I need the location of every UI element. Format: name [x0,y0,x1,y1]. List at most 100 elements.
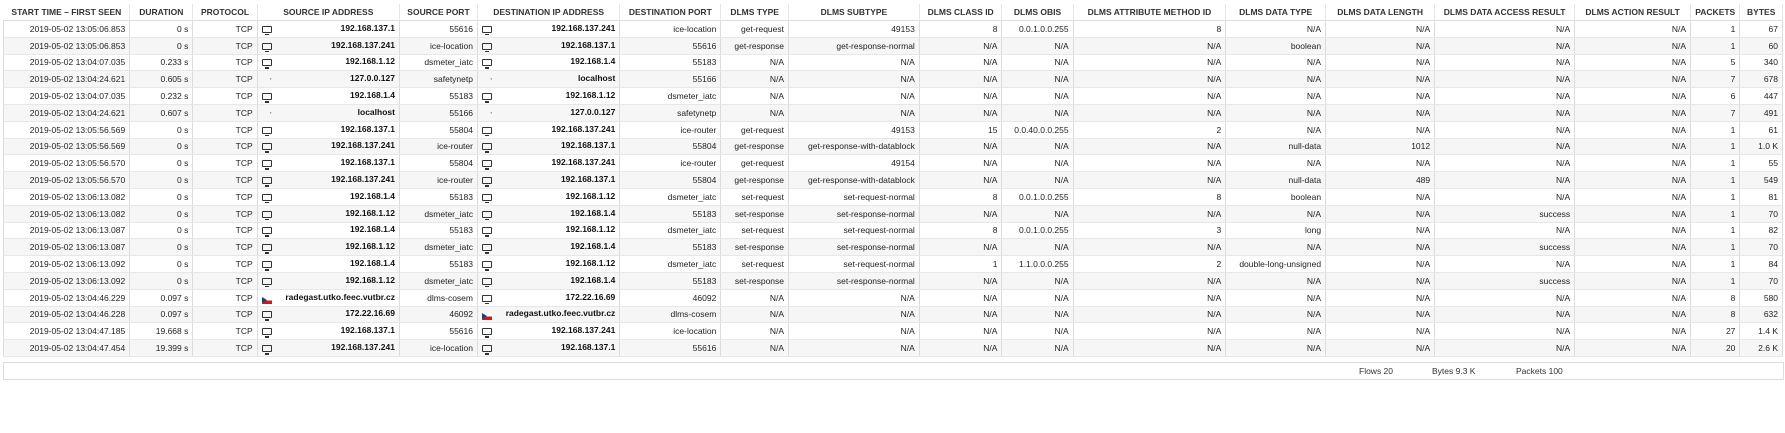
ip-address-text[interactable]: 192.168.137.1 [341,157,395,167]
table-row[interactable]: 2019-05-02 13:04:07.035 0.232 s TCP 192.168… [2,87,1783,105]
table-row[interactable]: 2019-05-02 13:04:46.228 0.097 s TCP 172.22.… [2,306,1783,324]
cell-data-type: N/A [1225,289,1327,307]
cell-src-port: ice-location [399,37,478,55]
cell-attr: 3 [1073,222,1227,240]
ip-address-text[interactable]: 192.168.137.241 [331,40,395,50]
ip-address-text[interactable]: 192.168.137.241 [551,157,615,167]
table-row[interactable]: 2019-05-02 13:04:47.185 19.668 s TCP 192.16… [2,322,1783,341]
table-row[interactable]: 2019-05-02 13:05:56.569 0 s TCP 192.168.137… [2,138,1783,156]
table-row[interactable]: 2019-05-02 13:04:47.454 19.399 s TCP 192.16… [2,339,1783,357]
ip-address-text[interactable]: 192.168.1.12 [566,258,616,268]
table-row[interactable]: 2019-05-02 13:06:13.082 0 s TCP 192.168.1.4… [2,188,1783,206]
table-row[interactable]: 2019-05-02 13:04:46.229 0.097 s TCP radegas… [2,289,1783,307]
ip-address-text[interactable]: 192.168.137.1 [341,325,395,335]
column-header-protocol[interactable]: PROTOCOL [192,4,258,21]
cell-action-result: N/A [1574,171,1692,189]
cell-start: 2019-05-02 13:04:24.621 [2,104,131,122]
ip-address-text[interactable]: 192.168.137.1 [561,342,615,352]
ip-address-text[interactable]: 192.168.1.12 [345,56,395,66]
ip-address-text[interactable]: 192.168.1.4 [350,258,395,268]
table-row[interactable]: 2019-05-02 13:05:56.570 0 s TCP 192.168.137… [2,154,1783,173]
table-row[interactable]: 2019-05-02 13:06:13.087 0 s TCP 192.168.1.1… [2,238,1783,257]
cell-dst-ip: 192.168.1.12 [477,87,621,105]
cell-packets: 7 [1690,104,1741,122]
column-header-bytes[interactable]: BYTES [1739,4,1783,21]
computer-icon [481,345,492,355]
cell-dst-ip: 192.168.137.241 [477,154,621,173]
column-header-dlms-subtype[interactable]: DLMS SUBTYPE [788,4,920,21]
ip-address-text[interactable]: localhost [358,107,395,117]
cell-dlms-type: get-request [720,121,789,139]
table-row[interactable]: 2019-05-02 13:05:56.570 0 s TCP 192.168.137… [2,171,1783,189]
computer-icon [261,177,272,187]
ip-address-text[interactable]: 172.22.16.69 [345,308,395,318]
table-row[interactable]: 2019-05-02 13:04:07.035 0.233 s TCP 192.168… [2,54,1783,72]
ip-address-text[interactable]: 192.168.137.241 [331,140,395,150]
table-row[interactable]: 2019-05-02 13:04:24.621 0.605 s TCP ’ 127.0.… [2,70,1783,89]
column-header-data-type[interactable]: DLMS DATA TYPE [1225,4,1327,21]
ip-address-text[interactable]: 192.168.137.1 [341,23,395,33]
column-header-obis[interactable]: DLMS OBIS [1001,4,1074,21]
cell-dst-port: dlms-cosem [619,306,722,324]
table-row[interactable]: 2019-05-02 13:06:13.092 0 s TCP 192.168.1.4… [2,255,1783,273]
column-header-dlms-type[interactable]: DLMS TYPE [720,4,789,21]
ip-address-text[interactable]: 127.0.0.127 [350,73,395,83]
column-header-src-port[interactable]: SOURCE PORT [399,4,478,21]
cell-class-id: N/A [919,70,1003,89]
table-row[interactable]: 2019-05-02 13:05:06.853 0 s TCP 192.168.137… [2,37,1783,55]
cell-data-type: N/A [1225,154,1327,173]
column-header-dst-ip[interactable]: DESTINATION IP ADDRESS [477,4,621,21]
ip-address-text[interactable]: 192.168.1.4 [570,241,615,251]
ip-address-text[interactable]: 127.0.0.127 [570,107,615,117]
ip-address-text[interactable]: 192.168.137.1 [561,40,615,50]
column-header-duration[interactable]: DURATION [129,4,194,21]
column-header-access-result[interactable]: DLMS DATA ACCESS RESULT [1434,4,1576,21]
ip-address-text[interactable]: 192.168.137.1 [561,174,615,184]
column-header-packets[interactable]: PACKETS [1690,4,1741,21]
ip-address-text[interactable]: 192.168.1.4 [570,275,615,285]
ip-address-text[interactable]: 192.168.137.241 [331,342,395,352]
cell-obis: N/A [1001,87,1074,105]
ip-address-text[interactable]: localhost [578,73,615,83]
table-row[interactable]: 2019-05-02 13:04:24.621 0.607 s TCP ’ localh… [2,104,1783,122]
ip-address-text[interactable]: 192.168.137.241 [551,23,615,33]
column-header-start[interactable]: START TIME – FIRST SEEN [3,4,131,21]
ip-address-text[interactable]: 192.168.137.1 [341,124,395,134]
cell-action-result: N/A [1574,205,1692,223]
ip-address-text[interactable]: 192.168.1.12 [345,275,395,285]
ip-address-text[interactable]: 192.168.1.12 [566,90,616,100]
column-header-action-result[interactable]: DLMS ACTION RESULT [1574,4,1692,21]
cell-dst-ip: 192.168.137.1 [477,339,621,357]
table-row[interactable]: 2019-05-02 13:06:13.087 0 s TCP 192.168.1.4… [2,222,1783,240]
ip-address-text[interactable]: 192.168.1.12 [345,241,395,251]
column-header-class-id[interactable]: DLMS CLASS ID [919,4,1003,21]
ip-address-text[interactable]: radegast.utko.feec.vutbr.cz [506,308,616,318]
ip-address-text[interactable]: 192.168.1.4 [350,90,395,100]
column-header-src-ip[interactable]: SOURCE IP ADDRESS [257,4,400,21]
table-row[interactable]: 2019-05-02 13:05:06.853 0 s TCP 192.168.137… [2,20,1783,38]
ip-address-text[interactable]: 192.168.137.241 [551,124,615,134]
column-header-attr[interactable]: DLMS ATTRIBUTE METHOD ID [1073,4,1227,21]
ip-address-text[interactable]: 172.22.16.69 [566,292,616,302]
column-header-dst-port[interactable]: DESTINATION PORT [619,4,722,21]
ip-address-text[interactable]: 192.168.1.4 [350,224,395,234]
cell-action-result: N/A [1574,306,1692,324]
ip-address-text[interactable]: 192.168.1.12 [345,208,395,218]
cell-src-ip: 192.168.1.4 [257,222,400,240]
ip-address-text[interactable]: 192.168.1.4 [570,208,615,218]
ip-address-text[interactable]: 192.168.137.1 [561,140,615,150]
table-row[interactable]: 2019-05-02 13:05:56.569 0 s TCP 192.168.137… [2,121,1783,139]
ip-address-text[interactable]: 192.168.1.12 [566,191,616,201]
cell-bytes: 340 [1739,54,1783,72]
cell-dlms-type: set-response [720,238,789,257]
ip-address-text[interactable]: radegast.utko.feec.vutbr.cz [285,292,395,302]
column-header-data-length[interactable]: DLMS DATA LENGTH [1325,4,1436,21]
ip-address-text[interactable]: 192.168.137.241 [551,325,615,335]
cell-dst-ip: 192.168.1.12 [477,222,621,240]
ip-address-text[interactable]: 192.168.1.12 [566,224,616,234]
ip-address-text[interactable]: 192.168.1.4 [570,56,615,66]
ip-address-text[interactable]: 192.168.137.241 [331,174,395,184]
table-row[interactable]: 2019-05-02 13:06:13.082 0 s TCP 192.168.1.1… [2,205,1783,223]
table-row[interactable]: 2019-05-02 13:06:13.092 0 s TCP 192.168.1.1… [2,272,1783,290]
ip-address-text[interactable]: 192.168.1.4 [350,191,395,201]
